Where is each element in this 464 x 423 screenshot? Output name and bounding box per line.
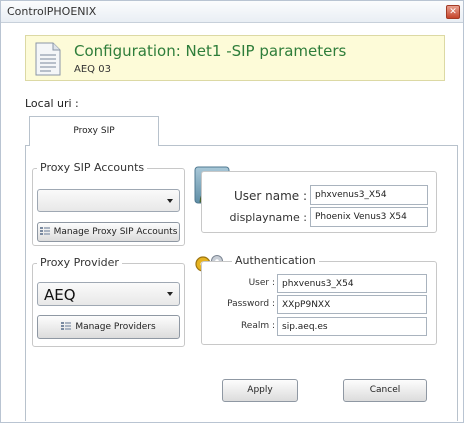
dialog-window: ControlPHOENIX ✕ Configuration: Net1 -SI… [0, 0, 464, 423]
user-name-value: phxvenus3_X54 [315, 190, 387, 200]
displayname-field[interactable]: Phoenix Venus3 X54 [310, 207, 428, 227]
realm-value: sip.aeq.es [282, 322, 328, 332]
user-name-field[interactable]: phxvenus3_X54 [310, 185, 428, 205]
document-icon [35, 42, 61, 76]
list-icon [39, 227, 50, 235]
manage-proxy-sip-accounts-button[interactable]: Manage Proxy SIP Accounts [37, 222, 180, 242]
auth-user-field[interactable]: phxvenus3_X54 [277, 274, 427, 293]
user-name-label: User name : [233, 189, 307, 203]
auth-user-label: User : [248, 278, 275, 288]
device-name: AEQ 03 [74, 64, 111, 75]
window-title: ControlPHOENIX [7, 5, 97, 18]
apply-label: Apply [247, 385, 273, 395]
title-bar: ControlPHOENIX ✕ [1, 1, 463, 23]
manage-providers-label: Manage Providers [75, 322, 156, 332]
close-button[interactable]: ✕ [446, 5, 460, 19]
displayname-value: Phoenix Venus3 X54 [315, 212, 407, 222]
proxy-sip-accounts-label: Proxy SIP Accounts [37, 161, 148, 174]
realm-label: Realm : [240, 321, 275, 331]
proxy-sip-accounts-select[interactable] [37, 189, 180, 212]
password-value: XXpP9NXX [282, 300, 331, 310]
proxy-provider-value: AEQ [44, 286, 76, 304]
password-label: Password : [227, 299, 275, 309]
proxy-provider-select[interactable]: AEQ [37, 282, 180, 306]
cancel-button[interactable]: Cancel [343, 379, 427, 402]
apply-button[interactable]: Apply [222, 379, 298, 402]
list-icon [61, 322, 72, 330]
config-title: Configuration: Net1 -SIP parameters [74, 42, 347, 60]
chevron-down-icon [167, 198, 173, 203]
proxy-provider-label: Proxy Provider [37, 256, 122, 269]
chevron-down-icon [167, 292, 173, 296]
header-banner: Configuration: Net1 -SIP parameters AEQ … [25, 35, 445, 81]
auth-user-value: phxvenus3_X54 [282, 279, 354, 289]
displayname-label: displayname : [229, 211, 307, 224]
close-icon: ✕ [449, 7, 457, 17]
manage-proxy-sip-accounts-label: Manage Proxy SIP Accounts [53, 227, 178, 237]
tab-proxy-sip[interactable]: Proxy SIP [29, 116, 159, 146]
password-field[interactable]: XXpP9NXX [277, 295, 427, 314]
authentication-label: Authentication [232, 254, 319, 267]
local-uri-label: Local uri : [25, 97, 79, 110]
cancel-label: Cancel [369, 385, 401, 395]
tab-proxy-sip-label: Proxy SIP [73, 126, 115, 136]
realm-field[interactable]: sip.aeq.es [277, 317, 427, 336]
manage-providers-button[interactable]: Manage Providers [37, 315, 180, 339]
